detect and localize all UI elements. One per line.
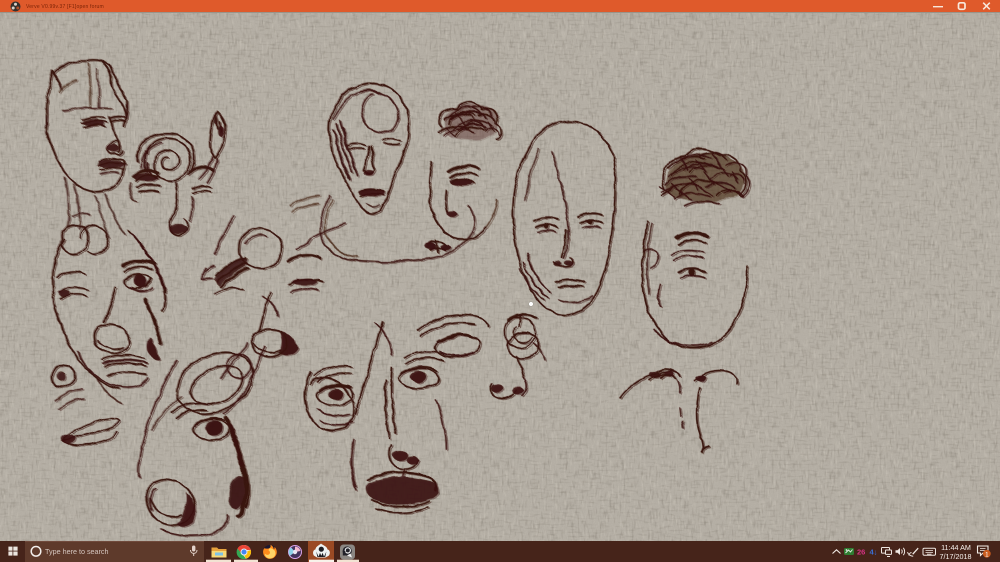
svg-text:1: 1 (985, 551, 989, 558)
svg-text:7/17/2018: 7/17/2018 (940, 552, 972, 561)
svg-text:26: 26 (857, 548, 865, 557)
svg-text:Type here to search: Type here to search (45, 547, 109, 556)
svg-text:4↓: 4↓ (870, 548, 878, 557)
svg-text:11:44 AM: 11:44 AM (941, 543, 971, 552)
